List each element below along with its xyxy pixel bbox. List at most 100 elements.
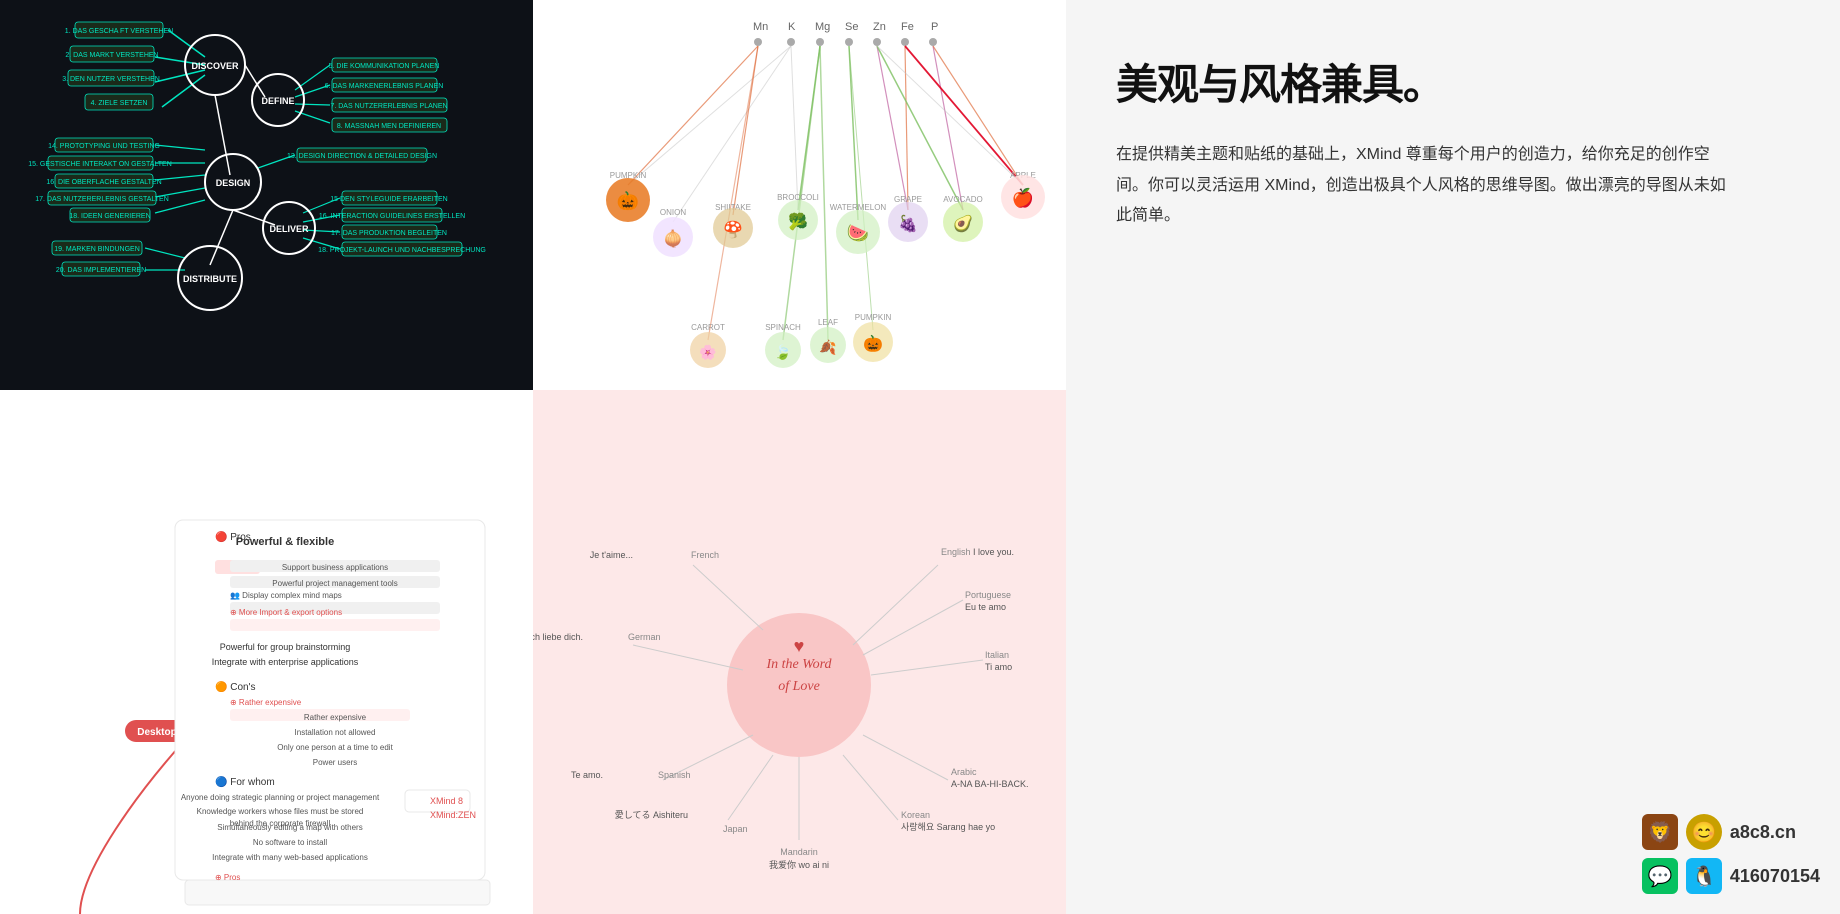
svg-text:English: English [941,547,971,557]
svg-text:Support business applications: Support business applications [282,563,388,572]
svg-text:🧅: 🧅 [663,229,683,248]
svg-text:Installation not allowed: Installation not allowed [295,728,376,737]
page-wrapper: 1. DAS GESCHA FT VERSTEHEN 2. DAS MARKT … [0,0,1840,914]
svg-text:7. DAS NUTZERERLEBNIS PLANEN: 7. DAS NUTZERERLEBNIS PLANEN [330,103,447,110]
svg-text:Mn: Mn [753,21,768,33]
svg-text:DISTRIBUTE: DISTRIBUTE [183,274,237,284]
description-body: 在提供精美主题和贴纸的基础上，XMind 尊重每个用户的创造力，给你充足的创作空… [1116,140,1736,231]
watermark-row-2: 💬 🐧 416070154 [1642,858,1820,894]
svg-text:🔵 For whom: 🔵 For whom [215,775,275,788]
svg-text:Te amo.: Te amo. [571,770,603,780]
svg-text:P: P [931,21,938,33]
svg-text:Anyone doing strategic plannin: Anyone doing strategic planning or proje… [181,793,380,802]
svg-text:A-NA BA-HI-BACK.: A-NA BA-HI-BACK. [951,779,1029,789]
svg-text:Integrate with many web-based: Integrate with many web-based applicatio… [212,853,368,862]
svg-text:Desktop: Desktop [137,727,176,738]
svg-text:Rather expensive: Rather expensive [304,713,367,722]
svg-text:5. DIE KOMMUNIKATION PLANEN: 5. DIE KOMMUNIKATION PLANEN [329,63,440,70]
svg-text:⊕ Pros: ⊕ Pros [215,873,240,882]
svg-text:Mandarin: Mandarin [780,847,818,857]
svg-text:Ti amo: Ti amo [985,662,1012,672]
svg-text:DESIGN: DESIGN [216,178,251,188]
svg-text:⊕ Rather expensive: ⊕ Rather expensive [230,698,302,707]
svg-text:사랑해요 Sarang hae yo: 사랑해요 Sarang hae yo [901,821,995,832]
svg-text:Japan: Japan [723,824,748,834]
svg-text:Knowledge workers whose files: Knowledge workers whose files must be st… [197,807,364,816]
svg-text:No software to install: No software to install [253,838,327,847]
svg-text:🌸: 🌸 [699,344,716,361]
svg-text:Zn: Zn [873,21,886,33]
svg-text:Portuguese: Portuguese [965,590,1011,600]
svg-text:⊕ More Import & export options: ⊕ More Import & export options [230,608,342,617]
svg-text:🎃: 🎃 [617,190,639,211]
svg-text:In the Word: In the Word [765,657,832,672]
description-title: 美观与风格兼具。 [1116,60,1790,110]
svg-text:of Love: of Love [778,679,820,694]
watermark-row-1: 🦁 😊 a8c8.cn [1642,814,1820,850]
svg-text:🍂: 🍂 [819,339,836,356]
svg-text:🍎: 🍎 [1012,187,1034,208]
svg-text:🍄: 🍄 [723,220,743,239]
svg-text:6. DAS MARKENERLEBNIS PLANEN: 6. DAS MARKENERLEBNIS PLANEN [325,83,444,90]
svg-text:18. IDEEN GENERIEREN: 18. IDEEN GENERIEREN [69,213,150,220]
svg-text:I love you.: I love you. [973,547,1014,557]
svg-text:LEAF: LEAF [818,318,838,327]
svg-text:14. PROTOTYPING UND TESTING: 14. PROTOTYPING UND TESTING [48,143,160,150]
svg-text:Ich liebe dich.: Ich liebe dich. [533,632,583,642]
svg-text:🍉: 🍉 [847,223,869,243]
svg-text:🥦: 🥦 [788,212,808,231]
svg-text:Powerful for group brainstormi: Powerful for group brainstorming [220,642,351,652]
svg-text:Spanish: Spanish [658,770,691,780]
svg-text:Only one person at a time to e: Only one person at a time to edit [277,743,393,752]
svg-text:15. GESTISCHE INTERAKT ON GEST: 15. GESTISCHE INTERAKT ON GESTALTEN [28,161,172,168]
svg-text:2. DAS MARKT VERSTEHEN: 2. DAS MARKT VERSTEHEN [65,52,158,59]
nutrition-svg: Mn K Mg Se Zn Fe P [533,0,1066,390]
svg-text:Simultaneously editing a map w: Simultaneously editing a map with others [217,823,362,832]
svg-text:Powerful project management to: Powerful project management tools [272,579,397,588]
svg-text:🍇: 🍇 [898,214,918,233]
svg-text:Arabic: Arabic [951,767,977,777]
svg-text:🎃: 🎃 [863,334,883,353]
dark-mindmap-svg: 1. DAS GESCHA FT VERSTEHEN 2. DAS MARKT … [0,0,533,390]
svg-text:XMind 8: XMind 8 [430,796,463,806]
svg-text:Fe: Fe [901,21,914,33]
love-map-panel: In the Word of Love ♥ English I love you… [533,390,1066,914]
svg-text:ONION: ONION [660,208,686,217]
svg-text:Italian: Italian [985,650,1009,660]
svg-text:16. DIE OBERFLACHE GESTALTEN: 16. DIE OBERFLACHE GESTALTEN [46,179,161,186]
svg-text:🥑: 🥑 [953,213,973,233]
svg-text:Korean: Korean [901,810,930,820]
svg-text:DISCOVER: DISCOVER [191,61,239,71]
svg-text:German: German [628,632,661,642]
svg-text:18. PROJEKT-LAUNCH UND NACHBES: 18. PROJEKT-LAUNCH UND NACHBESPRECHUNG [318,247,486,254]
svg-text:K: K [788,21,796,33]
qq-icon: 🐧 [1686,858,1722,894]
svg-text:3. DEN NUTZER VERSTEHEN: 3. DEN NUTZER VERSTEHEN [62,76,160,83]
desktop-comparison-svg: Desktop Powerful & flexible 🔴 Pros Suppo… [0,390,533,914]
svg-text:Je t'aime...: Je t'aime... [590,550,633,560]
nutrition-panel: Mn K Mg Se Zn Fe P [533,0,1066,390]
svg-text:👥 Display complex mind maps: 👥 Display complex mind maps [230,591,342,600]
watermark-avatar: 🦁 [1642,814,1678,850]
svg-text:CARROT: CARROT [691,323,725,332]
svg-text:♥: ♥ [794,636,805,656]
watermark-qq: 416070154 [1730,866,1820,887]
svg-text:8. MASSNAH MEN DEFINIEREN: 8. MASSNAH MEN DEFINIEREN [337,123,441,130]
svg-text:愛してる Aishiteru: 愛してる Aishiteru [615,809,688,820]
svg-text:🟠 Con's: 🟠 Con's [215,680,255,693]
svg-text:我爱你 wo ai ni: 我爱你 wo ai ni [769,859,829,870]
svg-text:DELIVER: DELIVER [269,224,309,234]
svg-text:13. DESIGN DIRECTION & DETAILE: 13. DESIGN DIRECTION & DETAILED DESIGN [287,153,437,160]
svg-text:XMind:ZEN: XMind:ZEN [430,810,476,820]
svg-text:15 DEN STYLEGUIDE ERARBEITEN: 15 DEN STYLEGUIDE ERARBEITEN [330,196,447,203]
svg-text:19. MARKEN BINDUNGEN: 19. MARKEN BINDUNGEN [54,246,140,253]
svg-text:16. INTERACTION GUIDELINES ERS: 16. INTERACTION GUIDELINES ERSTELLEN [319,213,465,220]
svg-text:Power users: Power users [313,758,357,767]
dark-mindmap-panel: 1. DAS GESCHA FT VERSTEHEN 2. DAS MARKT … [0,0,533,390]
svg-text:1. DAS GESCHA FT VERSTEHEN: 1. DAS GESCHA FT VERSTEHEN [65,28,173,35]
love-map-svg: In the Word of Love ♥ English I love you… [533,390,1066,914]
svg-text:17. DAS NUTZERERLEBNIS GESTALT: 17. DAS NUTZERERLEBNIS GESTALTEN [35,196,169,203]
watermark: 🦁 😊 a8c8.cn 💬 🐧 416070154 [1642,814,1820,894]
svg-text:20. DAS IMPLEMENTIEREN: 20. DAS IMPLEMENTIEREN [56,267,146,274]
svg-text:SPINACH: SPINACH [765,323,801,332]
